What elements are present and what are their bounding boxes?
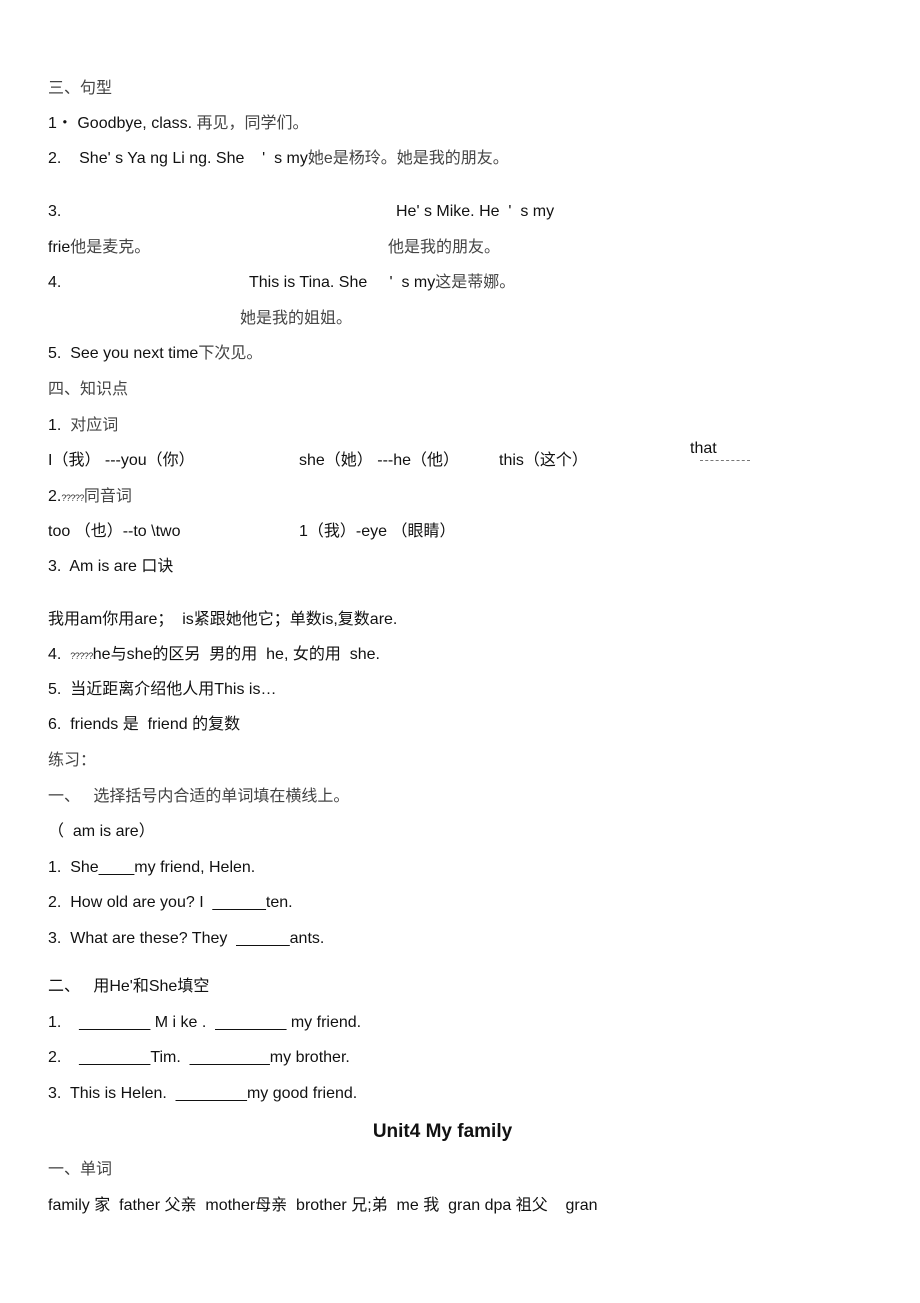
knowledge-point-1: 1. 对应词 xyxy=(48,416,118,436)
sentence-4: This is Tina. She ' s my这是蒂娜。 xyxy=(249,273,515,293)
sentence-3-english: He' s Mike. He ' s my xyxy=(396,203,555,220)
point-number: 2. xyxy=(48,488,62,505)
garbled-text: ????? xyxy=(61,493,84,503)
sentence-4-chinese-2: 她是我的姐姐。 xyxy=(240,310,353,327)
sentence-english: This is Tina. She ' s my xyxy=(249,274,436,291)
section-heading-sentences: 三、句型 xyxy=(48,80,113,97)
exercise-item: 3. What are these? They ______ants. xyxy=(48,930,325,947)
sentence-3-line2: frie他是麦克。 xyxy=(48,238,150,258)
exercise-item: 1. She____my friend, Helen. xyxy=(48,859,256,876)
point-title: 同音词 xyxy=(83,488,132,505)
sentence-english: Goodbye, class. xyxy=(77,115,193,132)
homophone-i: 1（我）-eye （眼睛） xyxy=(299,523,456,540)
pair-that: that xyxy=(690,440,717,457)
sentence-chinese: 他是麦克。 xyxy=(70,239,151,256)
pair-this: this（这个） xyxy=(499,452,588,469)
knowledge-point-3: 3. Am is are 口诀 xyxy=(48,558,174,575)
practice-part2-heading: 二、 用He'和She填空 xyxy=(48,978,210,995)
sentence-english: See you next time xyxy=(70,345,199,362)
point-number: 1. xyxy=(48,417,62,434)
sentence-english: She' s Ya ng Li ng. She ' s my xyxy=(79,150,308,167)
garbled-text: ????? xyxy=(70,651,93,661)
sentence-3-number: 3. xyxy=(48,203,62,220)
sentence-5: 5. See you next time下次见。 xyxy=(48,344,262,364)
sentence-chinese: 这是蒂娜。 xyxy=(435,274,516,291)
sentence-number: 1・ xyxy=(48,115,73,132)
point-title: 对应词 xyxy=(70,417,119,434)
practice-part1-options: （ am is are） xyxy=(48,823,155,840)
knowledge-point-2: 2.?????同音词 xyxy=(48,487,132,508)
exercise-item: 2. ________Tim. _________my brother. xyxy=(48,1049,350,1066)
sentence-number: 2. xyxy=(48,150,62,167)
exercise-item: 1. ________ M i ke . ________ my friend. xyxy=(48,1014,362,1031)
vocab-heading: 一、单词 xyxy=(48,1161,113,1178)
section-heading-knowledge: 四、知识点 xyxy=(48,381,129,398)
sentence-chinese: 再见，同学们。 xyxy=(192,115,309,132)
knowledge-point-6: 6. friends 是 friend 的复数 xyxy=(48,716,241,733)
pair-i-you: I（我） ---you（你） xyxy=(48,452,195,469)
sentence-2: 2. She' s Ya ng Li ng. She ' s my她e是杨玲。她… xyxy=(48,149,509,169)
practice-heading: 练习： xyxy=(48,752,97,769)
exercise-item: 3. This is Helen. ________my good friend… xyxy=(48,1085,358,1102)
pair-she-he: she（她） ---he（他） xyxy=(299,452,460,469)
truncated-text-marks xyxy=(700,460,750,463)
sentence-4-number: 4. xyxy=(48,274,62,291)
homophone-too: too （也）--to \two xyxy=(48,523,181,540)
exercise-item: 2. How old are you? I ______ten. xyxy=(48,894,293,911)
knowledge-point-4: 4. ?????he与she的区另 男的用 he, 女的用 she. xyxy=(48,645,380,666)
knowledge-point-5: 5. 当近距离介绍他人用This is… xyxy=(48,681,277,698)
sentence-number: 5. xyxy=(48,345,62,362)
practice-part1-heading: 一、 选择括号内合适的单词填在横线上。 xyxy=(48,788,350,805)
point-text: he与she的区另 男的用 he, 女的用 she. xyxy=(92,646,380,663)
sentence-english: frie xyxy=(48,239,71,256)
am-is-are-rhyme: 我用am你用are； is紧跟她他它；单数is,复数are. xyxy=(48,611,398,628)
sentence-chinese: 下次见。 xyxy=(198,345,263,362)
unit-title: Unit4 My family xyxy=(372,1121,513,1142)
sentence-chinese: 她e是杨玲。她是我的朋友。 xyxy=(307,150,509,167)
sentence-3-chinese-2: 他是我的朋友。 xyxy=(388,239,501,256)
point-number: 4. xyxy=(48,646,62,663)
sentence-1: 1・ Goodbye, class. 再见，同学们。 xyxy=(48,114,309,134)
vocab-line: family 家 father 父亲 mother母亲 brother 兄;弟 … xyxy=(48,1197,598,1214)
